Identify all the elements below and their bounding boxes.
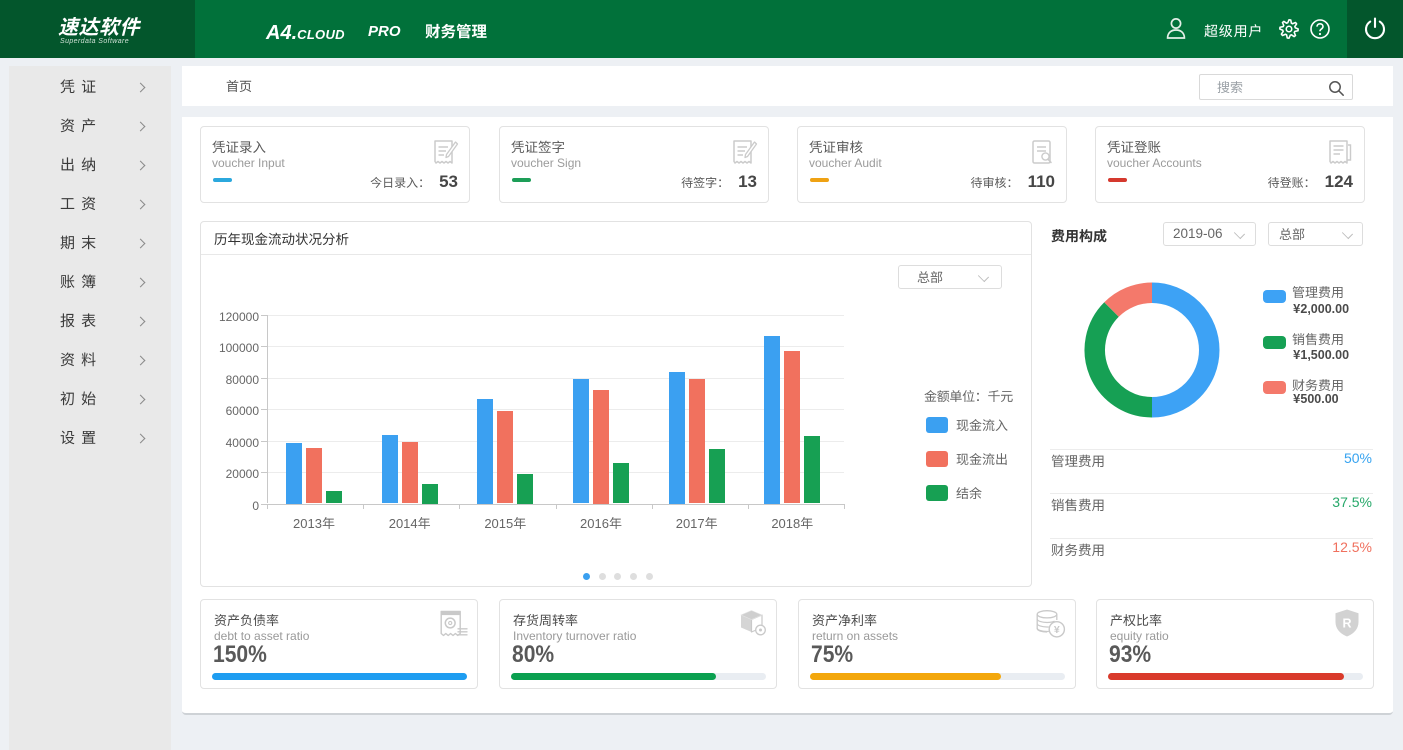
- svg-text:R: R: [1342, 617, 1351, 631]
- svg-text:¥: ¥: [1054, 624, 1060, 636]
